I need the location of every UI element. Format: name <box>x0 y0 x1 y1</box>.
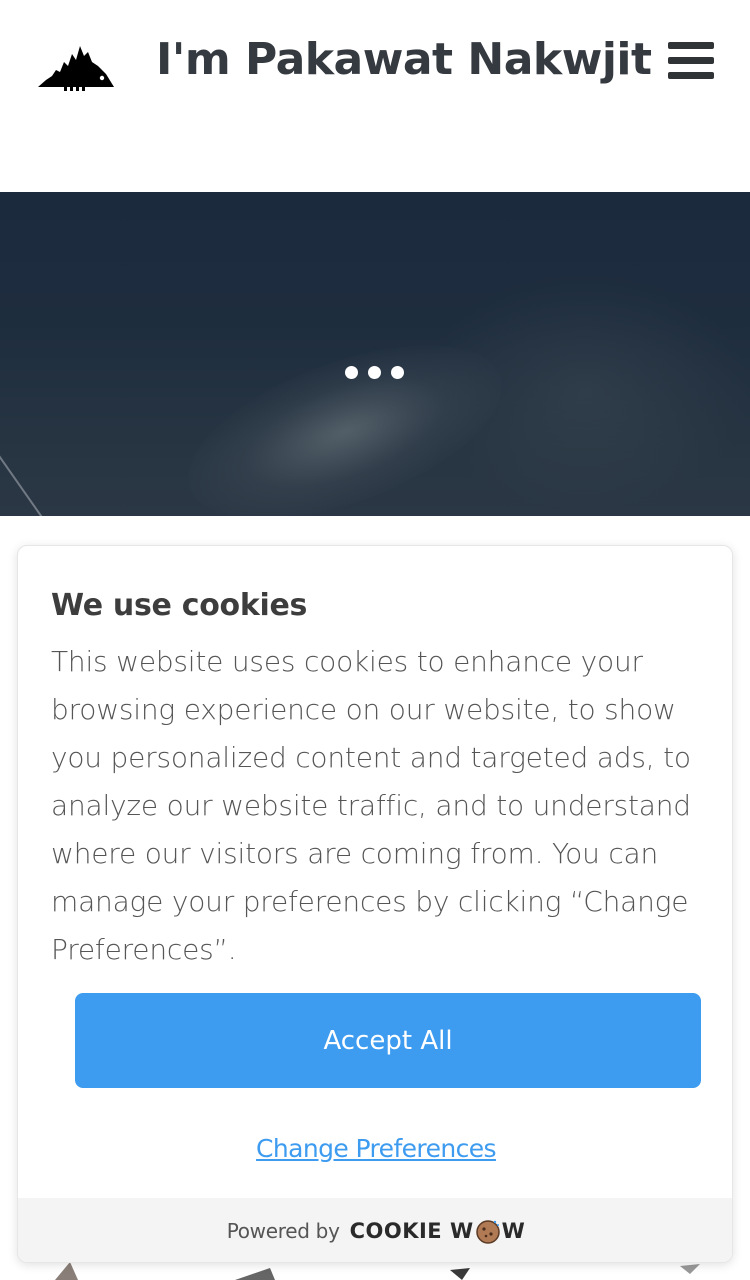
three-dot-loader-icon <box>345 366 407 380</box>
menu-bar <box>668 42 714 49</box>
brand-text-suffix: W <box>501 1219 526 1243</box>
brand-text-prefix: COOKIE W <box>349 1219 474 1243</box>
cookie-banner-description: This website uses cookies to enhance you… <box>51 645 691 966</box>
powered-by-label: Powered by <box>226 1219 340 1243</box>
accept-all-button[interactable]: Accept All <box>75 993 701 1088</box>
loader-dot <box>345 366 358 379</box>
hamburger-menu-icon[interactable] <box>668 40 716 82</box>
menu-bar <box>668 57 714 64</box>
hero-banner <box>0 192 750 516</box>
powered-by-footer: Powered by COOKIE W W <box>18 1198 732 1262</box>
loader-dot <box>391 366 404 379</box>
cookie-icon <box>475 1220 500 1244</box>
hero-background-streak <box>0 442 60 516</box>
hedgehog-logo-icon[interactable] <box>36 32 116 92</box>
menu-bar <box>668 72 714 79</box>
cookie-consent-banner: We use cookies This website uses cookies… <box>17 545 733 1263</box>
site-header: I'm Pakawat Nakwjit <box>0 0 750 192</box>
cookiewow-brand-logo[interactable]: COOKIE W W <box>350 1218 526 1244</box>
loader-dot <box>368 366 381 379</box>
site-title[interactable]: I'm Pakawat Nakwjit <box>156 34 652 85</box>
cookie-banner-title: We use cookies <box>51 588 308 623</box>
change-preferences-link[interactable]: Change Preferences <box>18 1134 732 1163</box>
